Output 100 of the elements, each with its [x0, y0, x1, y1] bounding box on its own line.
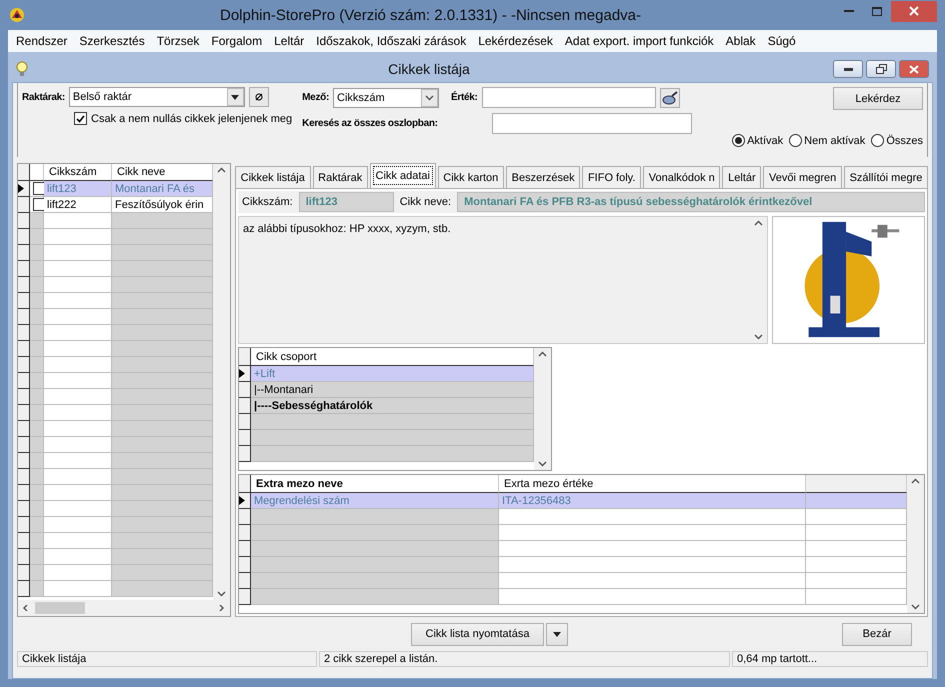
- row-header: [18, 453, 30, 469]
- tab[interactable]: Vevői megren: [763, 166, 842, 188]
- tab[interactable]: Vonalkódok n: [643, 166, 720, 188]
- menu-item[interactable]: Adat export. import funkciók: [558, 34, 720, 48]
- radio-button[interactable]: [732, 134, 746, 147]
- tab[interactable]: Cikkek listája: [235, 166, 311, 188]
- row-header: [18, 581, 30, 597]
- warehouse-dropdown[interactable]: Belső raktár: [68, 87, 245, 107]
- radio-button[interactable]: [789, 134, 802, 147]
- chevron-down-icon: [425, 94, 434, 100]
- row-header: [239, 414, 251, 430]
- scroll-up-icon[interactable]: [754, 220, 763, 226]
- scroll-up-icon[interactable]: [217, 167, 226, 173]
- dropdown-button[interactable]: [421, 88, 438, 106]
- clear-button[interactable]: [248, 87, 269, 107]
- menu-item[interactable]: Szerkesztés: [73, 34, 151, 48]
- menu-item[interactable]: Időszakok, Időszaki zárások: [310, 34, 472, 48]
- row-header: [18, 261, 30, 277]
- binoculars-icon: [662, 90, 678, 104]
- column-header: Cikkszám: [44, 164, 112, 181]
- scroll-down-icon[interactable]: [538, 461, 547, 467]
- scroll-down-icon[interactable]: [754, 334, 763, 340]
- field-dropdown[interactable]: Cikkszám: [333, 88, 439, 108]
- tab[interactable]: Cikk adatai: [370, 163, 436, 188]
- minimize-icon: [844, 10, 854, 12]
- close-button[interactable]: [899, 60, 929, 78]
- maximize-icon: [872, 6, 882, 16]
- radio-label: Összes: [886, 134, 923, 146]
- scroll-down-icon[interactable]: [911, 604, 920, 610]
- row-header: [18, 565, 30, 581]
- restore-button[interactable]: [866, 60, 896, 78]
- field-label: Cikk neve:: [400, 196, 452, 208]
- scroll-up-icon[interactable]: [911, 478, 920, 484]
- menu-item[interactable]: Ablak: [720, 34, 762, 48]
- description-field: az alábbi típusokhoz: HP xxxx, xyzym, stb.: [238, 216, 768, 344]
- value-input[interactable]: [482, 87, 656, 108]
- row-header: [239, 525, 251, 541]
- empty-set-icon: [254, 93, 263, 101]
- row-header: [18, 469, 30, 485]
- menu-item[interactable]: Lekérdezések: [472, 34, 559, 48]
- lightbulb-icon: [16, 61, 28, 77]
- row-header: [239, 446, 251, 462]
- tab[interactable]: Beszerzések: [506, 166, 580, 188]
- close-icon: [909, 6, 919, 16]
- tab[interactable]: Szállítói megre: [844, 166, 928, 188]
- row-header: [18, 341, 30, 357]
- dropdown-button[interactable]: [226, 88, 244, 106]
- radio-button[interactable]: [871, 134, 884, 147]
- row-header: [18, 373, 30, 389]
- row-pointer-icon: [239, 496, 245, 505]
- row-pointer-icon: [239, 369, 245, 378]
- checkbox[interactable]: [74, 112, 87, 125]
- minimize-button[interactable]: [833, 60, 863, 78]
- row-header: [239, 398, 251, 414]
- row-header: [239, 430, 251, 446]
- status-text: 2 cikk szerepel a listán.: [319, 651, 730, 667]
- print-menu-button[interactable]: [546, 622, 568, 646]
- search-all-input[interactable]: [492, 113, 692, 134]
- tab[interactable]: Leltár: [722, 166, 762, 188]
- row-header: [18, 293, 30, 309]
- status-text: 0,64 mp tartott...: [732, 651, 928, 667]
- scroll-right-icon[interactable]: [217, 605, 226, 611]
- menu-item[interactable]: Leltár: [268, 34, 310, 48]
- scroll-thumb[interactable]: [35, 602, 85, 614]
- query-button[interactable]: Lekérdez: [833, 87, 923, 110]
- row-header: [239, 573, 251, 589]
- row-header: [18, 277, 30, 293]
- table-cell: Feszítősúlyok érin: [112, 197, 213, 213]
- close-icon: [909, 64, 919, 74]
- tab[interactable]: FIFO foly.: [582, 166, 642, 188]
- print-button[interactable]: Cikk lista nyomtatása: [410, 622, 544, 646]
- row-header: [18, 229, 30, 245]
- tab[interactable]: Raktárak: [312, 166, 368, 188]
- search-button[interactable]: [660, 88, 680, 108]
- checkmark-icon: [76, 114, 85, 122]
- scroll-up-icon[interactable]: [538, 351, 547, 357]
- code-field: lift123: [298, 192, 394, 212]
- row-header: [239, 557, 251, 573]
- close-button[interactable]: Bezár: [842, 622, 912, 646]
- tree-item[interactable]: |----Sebességhatárolók: [251, 398, 534, 414]
- menu-item[interactable]: Súgó: [762, 34, 802, 48]
- table-cell[interactable]: lift222: [44, 197, 112, 213]
- window-title: Cikkek listája: [387, 61, 471, 77]
- menu-item[interactable]: Forgalom: [205, 34, 268, 48]
- row-header: [18, 357, 30, 373]
- scroll-down-icon[interactable]: [217, 591, 226, 597]
- column-header: Cikk neve: [112, 164, 213, 181]
- tree-item[interactable]: |--Montanari: [251, 382, 534, 398]
- table-cell: ITA-12356483: [499, 493, 806, 509]
- menu-item[interactable]: Törzsek: [150, 34, 206, 48]
- field-label: Cikkszám:: [242, 196, 293, 208]
- row-header: [18, 405, 30, 421]
- caret-icon: [231, 94, 240, 100]
- row-header: [18, 309, 30, 325]
- row-header: [18, 517, 30, 533]
- status-text: Cikkek listája: [17, 651, 317, 667]
- tab[interactable]: Cikk karton: [438, 166, 504, 188]
- field-label: Raktárak:: [22, 92, 65, 102]
- close-button[interactable]: [891, 0, 937, 22]
- menu-item[interactable]: Rendszer: [10, 34, 74, 48]
